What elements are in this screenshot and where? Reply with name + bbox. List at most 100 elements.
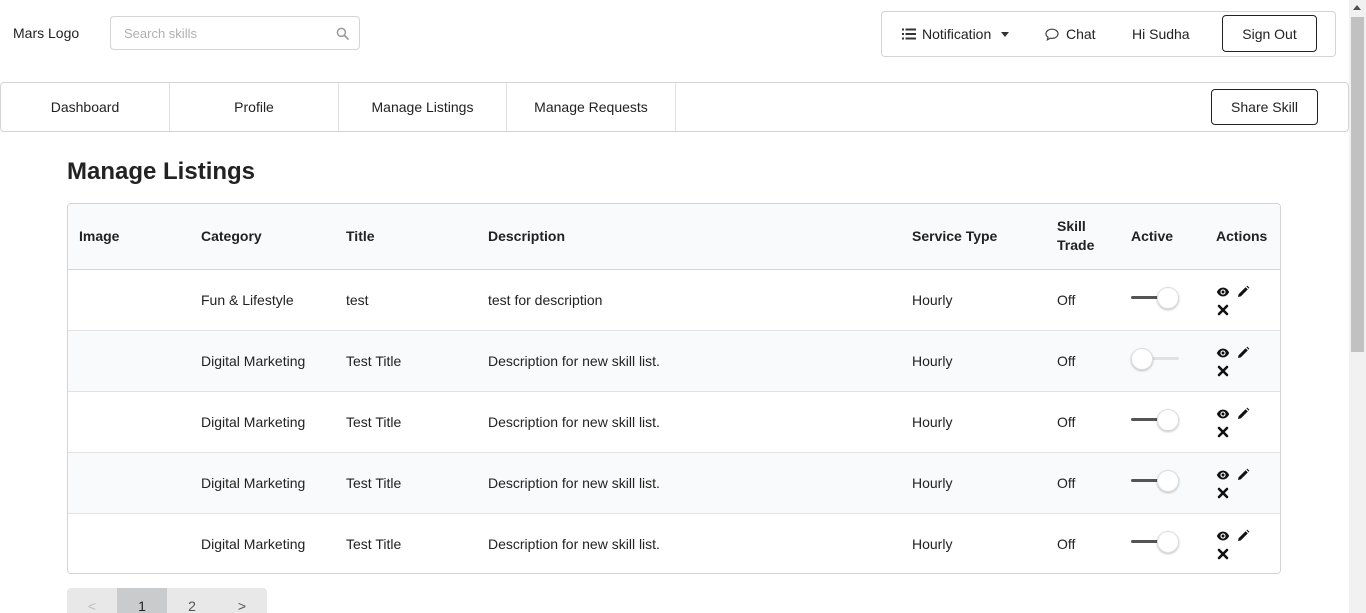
close-icon[interactable] — [1216, 425, 1230, 439]
cell-skill-trade: Off — [1046, 390, 1120, 452]
cell-skill-trade: Off — [1046, 451, 1120, 513]
header-service-type[interactable]: Service Type — [901, 204, 1046, 270]
eye-icon[interactable] — [1216, 468, 1230, 482]
header-image[interactable]: Image — [68, 204, 190, 270]
cell-image — [68, 512, 190, 573]
cell-actions — [1205, 329, 1280, 391]
eye-icon[interactable] — [1216, 285, 1230, 299]
cell-actions — [1205, 390, 1280, 452]
close-icon[interactable] — [1216, 303, 1230, 317]
next-page-button[interactable]: > — [217, 588, 267, 613]
page-2-button[interactable]: 2 — [167, 588, 217, 613]
pagination: < 1 2 > — [67, 588, 267, 613]
eye-icon[interactable] — [1216, 529, 1230, 543]
chat-bubble-icon — [1045, 28, 1059, 41]
active-toggle[interactable] — [1131, 531, 1179, 554]
top-header: Mars Logo Notification Chat Hi Sudha Sig… — [0, 0, 1349, 70]
cell-description: Description for new skill list. — [477, 451, 901, 513]
scroll-thumb[interactable] — [1351, 17, 1364, 352]
cell-title: Test Title — [335, 390, 477, 452]
prev-page-button[interactable]: < — [67, 588, 117, 613]
chat-label: Chat — [1066, 26, 1096, 42]
toggle-knob — [1157, 409, 1179, 431]
tab-dashboard[interactable]: Dashboard — [1, 83, 170, 131]
eye-icon[interactable] — [1216, 346, 1230, 360]
cell-category: Digital Marketing — [190, 451, 335, 513]
cell-service-type: Hourly — [901, 512, 1046, 573]
notification-label: Notification — [922, 26, 992, 42]
page-1-button[interactable]: 1 — [117, 588, 167, 613]
row-actions — [1216, 344, 1256, 378]
chat-link[interactable]: Chat — [1045, 12, 1096, 56]
cell-actions — [1205, 451, 1280, 513]
cell-description: test for description — [488, 291, 603, 308]
close-icon[interactable] — [1216, 486, 1230, 500]
header-actions[interactable]: Actions — [1205, 204, 1280, 270]
cell-actions — [1205, 512, 1280, 573]
table-header-row: Image Category Title Description Service… — [68, 204, 1280, 270]
cell-service-type: Hourly — [901, 451, 1046, 513]
cell-description: Description for new skill list. — [477, 390, 901, 452]
cell-image — [68, 329, 190, 391]
cell-active — [1120, 512, 1205, 573]
table-row: Digital Marketing Test Title Description f… — [68, 329, 1280, 391]
header-active[interactable]: Active — [1120, 204, 1205, 270]
cell-image — [68, 269, 190, 330]
header-category[interactable]: Category — [190, 204, 335, 270]
cell-service-type: Hourly — [901, 329, 1046, 391]
cell-skill-trade: Off — [1046, 329, 1120, 391]
cell-title: Test Title — [335, 329, 477, 391]
search-input[interactable] — [124, 17, 334, 49]
toggle-knob — [1157, 287, 1179, 309]
cell-active — [1120, 451, 1205, 513]
row-actions — [1216, 527, 1256, 561]
tab-manage-listings[interactable]: Manage Listings — [339, 83, 507, 131]
share-skill-button[interactable]: Share Skill — [1211, 89, 1318, 125]
cell-category: Digital Marketing — [190, 390, 335, 452]
header-skill-trade[interactable]: Skill Trade — [1046, 204, 1120, 270]
active-toggle[interactable] — [1131, 348, 1179, 370]
cell-description: Description for new skill list. — [477, 512, 901, 573]
table-row: Digital Marketing Test Title Description f… — [68, 451, 1280, 513]
mars-logo[interactable]: Mars Logo — [13, 25, 79, 41]
cell-active — [1120, 390, 1205, 452]
header-title[interactable]: Title — [335, 204, 477, 270]
search-icon[interactable] — [336, 27, 349, 40]
user-greeting[interactable]: Hi Sudha — [1132, 12, 1190, 56]
table-row: Digital Marketing Test Title Description f… — [68, 390, 1280, 452]
pencil-icon[interactable] — [1236, 346, 1250, 360]
active-toggle[interactable] — [1131, 470, 1179, 492]
top-menu: Notification Chat Hi Sudha Sign Out — [881, 11, 1336, 57]
close-icon[interactable] — [1216, 547, 1230, 561]
active-toggle[interactable] — [1131, 287, 1179, 309]
cell-service-type: Hourly — [901, 390, 1046, 452]
active-toggle[interactable] — [1131, 409, 1179, 431]
cell-service-type: Hourly — [912, 291, 953, 308]
pencil-icon[interactable] — [1236, 529, 1250, 543]
table-row: Fun & Lifestyle test test for description H… — [68, 269, 1280, 330]
close-icon[interactable] — [1216, 364, 1230, 378]
scroll-up-arrow-icon[interactable] — [1353, 5, 1361, 10]
listings-table: Image Category Title Description Service… — [67, 203, 1281, 574]
toggle-knob — [1157, 470, 1179, 492]
pencil-icon[interactable] — [1236, 285, 1250, 299]
cell-skill-trade: Off — [1046, 512, 1120, 573]
eye-icon[interactable] — [1216, 407, 1230, 421]
caret-down-icon — [1001, 31, 1010, 37]
pencil-icon[interactable] — [1236, 407, 1250, 421]
page-scrollbar[interactable] — [1349, 0, 1366, 613]
header-description[interactable]: Description — [477, 204, 901, 270]
cell-active — [1120, 269, 1205, 330]
cell-image — [68, 390, 190, 452]
cell-actions — [1205, 269, 1280, 330]
tab-manage-requests[interactable]: Manage Requests — [507, 83, 676, 131]
row-actions — [1216, 283, 1256, 317]
pencil-icon[interactable] — [1236, 468, 1250, 482]
row-actions — [1216, 466, 1256, 500]
cell-category: Digital Marketing — [190, 329, 335, 391]
table-row: Digital Marketing Test Title Description f… — [68, 512, 1280, 573]
cell-category: Digital Marketing — [190, 512, 335, 573]
sign-out-button[interactable]: Sign Out — [1222, 15, 1317, 52]
tab-profile[interactable]: Profile — [170, 83, 339, 131]
notification-dropdown[interactable]: Notification — [902, 12, 1010, 56]
